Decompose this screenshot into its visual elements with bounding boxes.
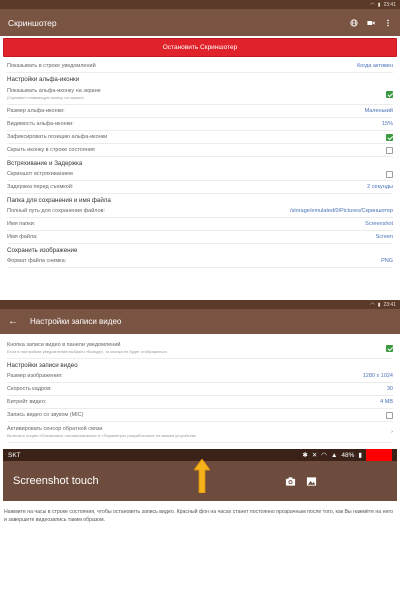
settings-row[interactable]: Скриншот встряхиванием bbox=[7, 168, 393, 181]
setting-label: Имя файла: bbox=[7, 234, 38, 240]
top-screen: ◠ ▮ 23:41 Скриншотер Остановить Скриншот… bbox=[0, 0, 400, 268]
setting-value[interactable]: › bbox=[391, 429, 393, 435]
status-right-2: ◠ ▮ 23:41 bbox=[370, 302, 396, 308]
setting-label: Видимость альфа-иконки: bbox=[7, 121, 74, 127]
setting-value[interactable]: 4 MB bbox=[380, 399, 393, 405]
setting-label: Запись видео со звуком (MIC) bbox=[7, 412, 84, 418]
checkbox[interactable] bbox=[386, 90, 393, 98]
notification-bar-preview: SKT ✱ ✕ ◠ ▲ 48% ▮ Screenshot touch bbox=[3, 449, 397, 501]
battery-icon: ▮ bbox=[358, 452, 362, 459]
settings-row[interactable]: Имя папки: Screenshot bbox=[7, 218, 393, 231]
setting-label: Имя папки: bbox=[7, 221, 36, 227]
status-bar: ◠ ▮ 23:41 bbox=[0, 0, 400, 9]
up-arrow-icon bbox=[194, 459, 210, 493]
footer-instructions: Нажмите на часы в строке состояния, чтоб… bbox=[4, 509, 394, 523]
settings-row[interactable]: Размер изображения: 1280 x 1024 bbox=[7, 370, 393, 383]
setting-label: Размер альфа-иконки: bbox=[7, 108, 65, 114]
settings-row[interactable]: Задержка перед съемкой: 2 секунды bbox=[7, 181, 393, 194]
setting-label: Скрыть иконку в строке состояния bbox=[7, 147, 95, 153]
checkbox[interactable] bbox=[386, 170, 393, 178]
settings-row[interactable]: Запись видео со звуком (MIC) bbox=[7, 409, 393, 422]
status-right: ◠ ▮ 23:41 bbox=[370, 2, 396, 8]
setting-label: Скриншот встряхиванием bbox=[7, 171, 73, 177]
settings-row[interactable]: Зафиксировать позицию альфа-иконки bbox=[7, 131, 393, 144]
app-title: Скриншотер bbox=[8, 17, 57, 28]
setting-label: Битрейт видео: bbox=[7, 399, 47, 405]
setting-value[interactable]: Когда активен bbox=[357, 63, 393, 69]
video-icon[interactable] bbox=[367, 19, 375, 27]
globe-icon[interactable] bbox=[350, 18, 358, 27]
setting-label: Формат файла снимка: bbox=[7, 258, 67, 264]
app-bar-2: ← Настройки записи видео bbox=[0, 309, 400, 334]
video-settings-list: Кнопка записи видео в панели уведомлений… bbox=[0, 334, 400, 443]
setting-description: Включите опцию «Показывать отклики/касан… bbox=[7, 433, 196, 438]
section-header: Настройки записи видео bbox=[7, 362, 78, 369]
wifi-icon: ◠ bbox=[370, 1, 375, 8]
camera-icon bbox=[285, 476, 296, 487]
setting-label: Активировать сенсор обратной связи bbox=[7, 426, 103, 432]
bluetooth-icon: ✱ bbox=[302, 452, 308, 459]
battery-icon: ▮ bbox=[377, 1, 381, 8]
status-time-2: 23:41 bbox=[383, 301, 396, 308]
setting-label: Показывать в строке уведомлений bbox=[7, 63, 96, 69]
settings-row[interactable]: Показывать в строке уведомлений Когда акт… bbox=[7, 60, 393, 73]
image-icon bbox=[306, 476, 317, 487]
setting-label: Показывать альфа-иконку на экране bbox=[7, 88, 101, 94]
app-bar: Скриншотер bbox=[0, 9, 400, 36]
setting-label: Зафиксировать позицию альфа-иконки bbox=[7, 134, 108, 140]
signal-icon: ▲ bbox=[330, 451, 338, 459]
status-bar-2: ◠ ▮ 23:41 bbox=[0, 300, 400, 309]
video-settings-title: Настройки записи видео bbox=[30, 317, 122, 326]
red-clock-indicator[interactable] bbox=[366, 449, 392, 461]
setting-value[interactable]: Screen bbox=[376, 234, 393, 240]
settings-row[interactable]: Видимость альфа-иконки: 15% bbox=[7, 118, 393, 131]
setting-label: Размер изображения: bbox=[7, 373, 63, 379]
section-header: Сохранить изображение bbox=[7, 247, 78, 254]
checkbox[interactable] bbox=[386, 133, 393, 141]
settings-row[interactable]: Показывать альфа-иконку на экране (Скрыва… bbox=[7, 84, 393, 105]
settings-row[interactable]: Кнопка записи видео в панели уведомлений… bbox=[7, 338, 393, 359]
checkbox[interactable] bbox=[386, 146, 393, 154]
stop-screenshoter-button[interactable]: Остановить Скриншотер bbox=[3, 38, 397, 57]
mute-icon: ✕ bbox=[311, 452, 318, 459]
wifi-icon: ◠ bbox=[321, 452, 327, 459]
more-vert-icon[interactable] bbox=[384, 19, 392, 27]
checkbox[interactable] bbox=[386, 344, 393, 352]
setting-value[interactable]: 2 секунды bbox=[367, 184, 393, 190]
preview-app-title: Screenshot touch bbox=[13, 475, 99, 487]
setting-value[interactable]: Маленький bbox=[365, 108, 393, 114]
settings-row[interactable]: Формат файла снимка: PNG bbox=[7, 255, 393, 268]
settings-row[interactable]: Активировать сенсор обратной связи Включи… bbox=[7, 422, 393, 443]
settings-row[interactable]: Скрыть иконку в строке состояния bbox=[7, 144, 393, 157]
back-arrow-icon[interactable]: ← bbox=[8, 316, 18, 327]
setting-value[interactable]: 1280 x 1024 bbox=[363, 373, 393, 379]
settings-row[interactable]: Имя файла: Screen bbox=[7, 231, 393, 244]
battery-percent: 48% bbox=[341, 451, 355, 459]
setting-value[interactable]: /storage/emulated/0/Pictures/Скриншотер bbox=[290, 208, 393, 214]
setting-label: Скорость кадров: bbox=[7, 386, 52, 392]
status-time: 23:41 bbox=[383, 1, 396, 8]
carrier-label: SKT bbox=[8, 451, 21, 459]
bottom-screen: ◠ ▮ 23:41 ← Настройки записи видео Кнопк… bbox=[0, 300, 400, 524]
setting-description: Если в настройках уведомлений выбрано «В… bbox=[7, 349, 167, 354]
setting-label: Полный путь для сохранения файлов: bbox=[7, 208, 106, 214]
settings-row[interactable]: Размер альфа-иконки: Маленький bbox=[7, 105, 393, 118]
checkbox[interactable] bbox=[386, 411, 393, 419]
settings-row[interactable]: Битрейт видео: 4 MB bbox=[7, 396, 393, 409]
setting-value[interactable]: 15% bbox=[382, 121, 393, 127]
top-settings-list: Показывать в строке уведомлений Когда акт… bbox=[0, 60, 400, 268]
setting-label: Кнопка записи видео в панели уведомлений bbox=[7, 342, 121, 348]
section-header: Папка для сохранения и имя файла bbox=[7, 197, 111, 204]
section-header: Встряхивание и Задержка bbox=[7, 160, 83, 167]
setting-value[interactable]: 30 bbox=[387, 386, 393, 392]
settings-row[interactable]: Полный путь для сохранения файлов: /stora… bbox=[7, 205, 393, 218]
setting-value[interactable]: PNG bbox=[381, 258, 393, 264]
setting-description: (Скрывает плавающую иконку на экране) bbox=[7, 95, 84, 100]
section-header: Настройки альфа-иконки bbox=[7, 76, 80, 83]
setting-value[interactable]: Screenshot bbox=[365, 221, 393, 227]
wifi-icon: ◠ bbox=[370, 301, 375, 308]
battery-icon: ▮ bbox=[377, 301, 381, 308]
setting-label: Задержка перед съемкой: bbox=[7, 184, 74, 190]
settings-row[interactable]: Скорость кадров: 30 bbox=[7, 383, 393, 396]
